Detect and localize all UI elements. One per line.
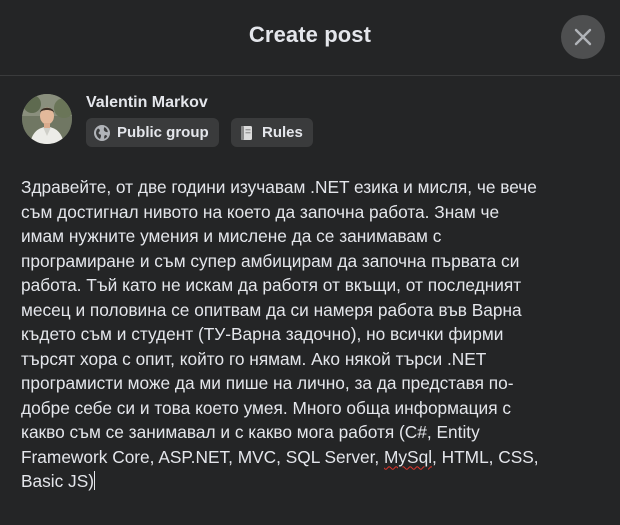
post-text-line: съм достигнал нивото на което да започна… xyxy=(21,201,500,222)
post-text-segment: Framework Core, ASP.NET, MVC, SQL Server… xyxy=(21,446,385,467)
post-text-line: добре себе си и това което умея. Много о… xyxy=(21,397,512,418)
close-button[interactable] xyxy=(561,15,605,59)
post-text-line: работа. Тъй като не искам да работя от в… xyxy=(21,275,522,295)
create-post-dialog: Create post Valentin Markov Public group… xyxy=(0,0,620,525)
audience-selector[interactable]: Public group xyxy=(86,118,219,147)
avatar[interactable] xyxy=(22,94,72,144)
close-icon xyxy=(574,28,592,46)
post-text-line: Basic JS) xyxy=(21,469,566,494)
post-text-line: Здравейте, от две години изучавам .NET е… xyxy=(21,177,537,197)
post-text-input[interactable]: Здравейте, от две години изучавам .NET е… xyxy=(21,175,566,494)
post-text-line: където съм и студент (ТУ-Варна задочно),… xyxy=(21,324,504,344)
author-name[interactable]: Valentin Markov xyxy=(86,94,208,112)
post-text-line: имам нужните умения и мислене да се зани… xyxy=(21,226,442,246)
text-caret xyxy=(93,471,95,490)
book-icon xyxy=(238,124,256,142)
post-text-line: програмисти може да ми пише на лично, за… xyxy=(21,373,514,393)
audience-label: Public group xyxy=(117,124,209,141)
post-text-line: Framework Core, ASP.NET, MVC, SQL Server… xyxy=(21,445,566,470)
rules-button[interactable]: Rules xyxy=(231,118,313,147)
dialog-title: Create post xyxy=(248,22,372,47)
rules-label: Rules xyxy=(262,124,303,141)
post-text-line: какво съм се занимавал и с какво мога ра… xyxy=(21,422,480,442)
post-text-segment: , HTML, CSS, xyxy=(432,446,539,467)
post-text-segment: Basic JS) xyxy=(21,471,94,491)
globe-icon xyxy=(93,124,111,142)
post-text-line: програмиране и съм супер амбицирам да за… xyxy=(21,250,520,271)
dialog-header: Create post xyxy=(0,0,620,76)
spellcheck-word[interactable]: MySql xyxy=(384,447,432,467)
post-text-line: месец и половина се опитвам да си намеря… xyxy=(21,299,522,320)
post-text-line: търсят хора с опит, който го нямам. Ако … xyxy=(21,348,487,369)
